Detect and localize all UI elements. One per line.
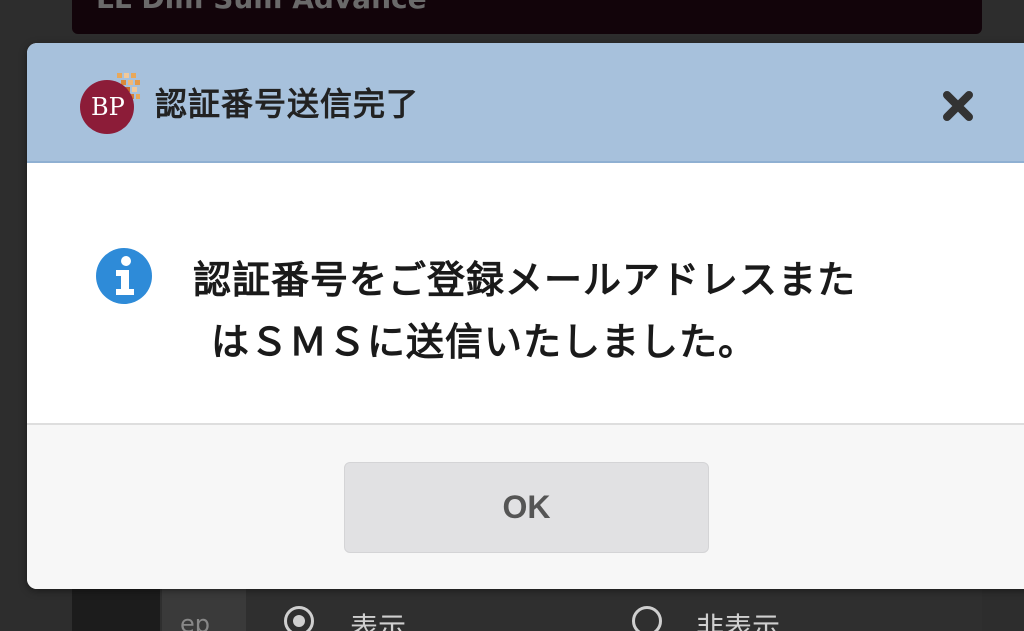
background-row-cell [72,588,160,631]
info-icon [96,248,152,304]
radio-show[interactable] [284,606,314,631]
dialog-message-line-1: 認証番号をご登録メールアドレスまた [193,258,857,302]
radio-hide-label: 非表示 [696,611,781,631]
background-top-bar: LL Dim Sum Advance [72,0,982,34]
background-row-cell: ep [162,588,246,631]
auth-code-sent-dialog: BP 認証番号送信完了 認証番号をご登録メールアドレスまた はＳＭＳに送信いたし… [27,43,1024,589]
radio-show-label: 表示 [350,611,407,631]
dialog-footer: OK [27,425,1024,589]
dialog-title: 認証番号送信完了 [155,85,420,123]
dialog-message: 認証番号をご登録メールアドレスまた はＳＭＳに送信いたしました。 [193,249,983,373]
close-icon[interactable] [941,89,975,123]
radio-hide[interactable] [632,606,662,631]
background-cell-text: ep [180,610,210,631]
background-settings-row: ep 表示 非表示 [72,588,982,631]
ok-button[interactable]: OK [344,462,709,553]
dialog-message-line-2: はＳＭＳに送信いたしました。 [211,320,758,364]
dialog-body: 認証番号をご登録メールアドレスまた はＳＭＳに送信いたしました。 [27,163,1024,425]
background-top-bar-text: LL Dim Sum Advance [96,0,427,15]
bp-logo-icon: BP [80,73,140,134]
logo-lettering: BP [91,93,125,121]
screen: LL Dim Sum Advance ep 表示 非表示 [0,0,1024,631]
dialog-header: BP 認証番号送信完了 [27,43,1024,163]
